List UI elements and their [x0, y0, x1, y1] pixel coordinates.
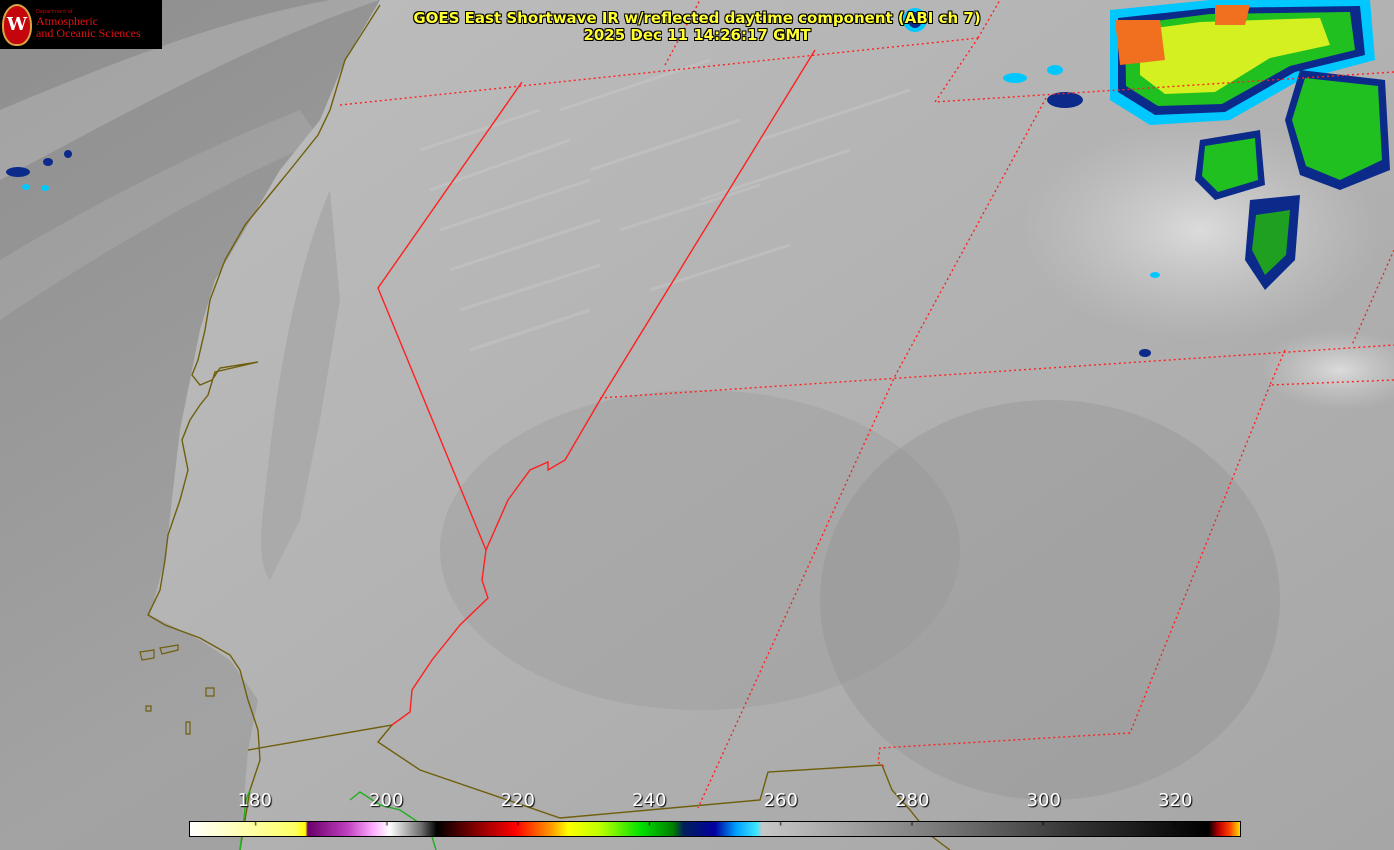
satellite-map: [0, 0, 1394, 850]
colorbar-tick-label: 260: [763, 790, 798, 811]
colorbar-tick-label: 300: [1026, 790, 1061, 811]
image-title: GOES East Shortwave IR w/reflected dayti…: [0, 10, 1394, 44]
title-timestamp: 2025 Dec 11 14:26:17 GMT: [583, 26, 811, 44]
colorbar-tick-label: 240: [632, 790, 667, 811]
colorbar-tick-label: 320: [1158, 790, 1193, 811]
colorbar-tick-label: 220: [500, 790, 535, 811]
title-line1: GOES East Shortwave IR w/reflected dayti…: [413, 9, 981, 27]
colorbar-tick-label: 200: [369, 790, 404, 811]
colorbar: [189, 821, 1241, 837]
colorbar-tick-label: 180: [237, 790, 272, 811]
colorbar-tick-label: 280: [895, 790, 930, 811]
plateau-region: [820, 400, 1280, 800]
